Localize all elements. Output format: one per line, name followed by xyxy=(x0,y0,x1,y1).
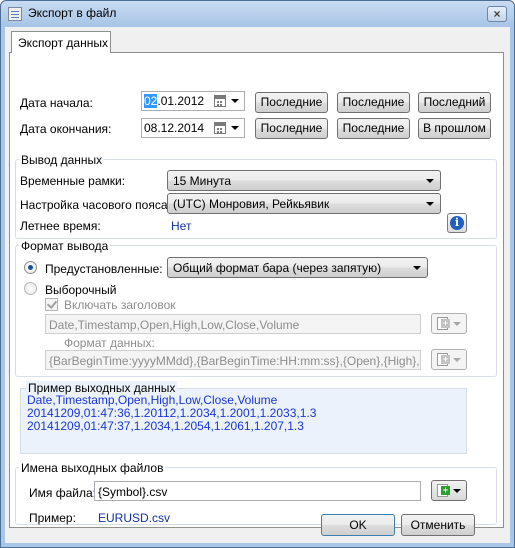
dialog-client: Экспорт данных Дата начала: 02.01.2012 П… xyxy=(5,27,510,543)
info-icon[interactable] xyxy=(447,213,467,233)
end-date-picker[interactable]: 08.12.2014 xyxy=(141,118,245,138)
close-icon: × xyxy=(493,7,501,21)
preset-format-select[interactable]: Общий формат бара (через запятую) xyxy=(167,257,428,278)
chevron-down-icon xyxy=(413,266,421,270)
end-last-button-2[interactable]: Последние xyxy=(337,118,410,139)
include-header-label: Включать заголовок xyxy=(64,298,176,312)
timeframe-value: 15 Минута xyxy=(173,174,232,188)
start-date-label: Дата начала: xyxy=(20,96,93,110)
chevron-down-icon xyxy=(453,489,461,493)
end-date-value: 08.12.2014 xyxy=(144,121,205,135)
dst-label: Летнее время: xyxy=(20,219,101,233)
calendar-icon[interactable] xyxy=(214,95,226,107)
cancel-button[interactable]: Отменить xyxy=(401,514,475,536)
data-format-insert-button[interactable] xyxy=(431,349,467,370)
start-last-button-1[interactable]: Последние xyxy=(255,92,328,113)
filenames-group-title: Имена выходных файлов xyxy=(19,461,166,475)
tab-export-data[interactable]: Экспорт данных xyxy=(11,31,111,53)
end-date-label: Дата окончания: xyxy=(20,122,112,136)
chevron-down-icon xyxy=(453,358,461,362)
sample-output-box: Date,Timestamp,Open,High,Low,Close,Volum… xyxy=(20,388,467,454)
calendar-icon[interactable] xyxy=(214,122,226,134)
start-last-button-3[interactable]: Последний xyxy=(418,92,491,113)
filename-label: Имя файла: xyxy=(29,486,96,500)
timezone-label: Настройка часового пояса: xyxy=(20,198,171,212)
end-last-button-1[interactable]: Последние xyxy=(255,118,328,139)
dst-value: Нет xyxy=(171,219,192,233)
ok-button[interactable]: OK xyxy=(321,514,395,536)
chevron-down-icon xyxy=(453,322,461,326)
chevron-down-icon xyxy=(426,179,434,183)
filename-field[interactable]: {Symbol}.csv xyxy=(94,481,421,501)
preset-label[interactable]: Предустановленные: xyxy=(45,262,163,276)
window-title: Экспорт в файл xyxy=(28,6,117,20)
timezone-select[interactable]: (UTC) Монровия, Рейкьявик xyxy=(167,193,441,214)
data-format-field[interactable]: {BarBeginTime:yyyyMMdd},{BarBeginTime:HH… xyxy=(45,350,421,370)
example-value: EURUSD.csv xyxy=(98,511,171,525)
insert-token-icon xyxy=(437,353,450,366)
filename-insert-button[interactable] xyxy=(431,480,467,501)
start-date-day: 02 xyxy=(144,94,158,108)
insert-token-icon xyxy=(437,317,450,330)
export-dialog: Экспорт в файл × Экспорт данных Дата нач… xyxy=(0,0,515,548)
end-past-button[interactable]: В прошлом xyxy=(418,118,491,139)
timezone-value: (UTC) Монровия, Рейкьявик xyxy=(173,197,330,211)
data-format-value: {BarBeginTime:yyyyMMdd},{BarBeginTime:HH… xyxy=(49,354,420,368)
insert-token-icon xyxy=(437,484,450,497)
header-field[interactable]: Date,Timestamp,Open,High,Low,Close,Volum… xyxy=(45,314,421,334)
custom-radio[interactable] xyxy=(24,282,37,295)
start-date-rest: .01.2012 xyxy=(157,94,205,108)
chevron-down-icon[interactable] xyxy=(231,99,239,103)
filename-value: {Symbol}.csv xyxy=(98,485,168,499)
app-icon xyxy=(8,7,22,21)
header-insert-button[interactable] xyxy=(431,313,467,334)
sample-group-title: Пример выходных данных xyxy=(26,381,178,395)
preset-radio[interactable] xyxy=(24,261,37,274)
example-label: Пример: xyxy=(29,511,76,525)
custom-label[interactable]: Выборочный xyxy=(45,283,116,297)
start-date-picker[interactable]: 02.01.2012 xyxy=(141,91,245,111)
header-field-value: Date,Timestamp,Open,High,Low,Close,Volum… xyxy=(49,318,300,332)
tab-panel: Дата начала: 02.01.2012 Последние Послед… xyxy=(9,52,504,528)
output-group-title: Вывод данных xyxy=(19,153,105,167)
start-date-value: 02.01.2012 xyxy=(144,94,204,108)
start-last-button-2[interactable]: Последние xyxy=(337,92,410,113)
preset-format-value: Общий формат бара (через запятую) xyxy=(173,261,382,275)
timeframe-select[interactable]: 15 Минута xyxy=(167,170,441,191)
data-format-label: Формат данных: xyxy=(64,336,155,350)
timeframe-label: Временные рамки: xyxy=(20,174,126,188)
close-button[interactable]: × xyxy=(487,6,507,22)
include-header-checkbox[interactable] xyxy=(45,298,58,311)
sample-line: 20141209,01:47:36,1.20112,1.2034,1.2001,… xyxy=(27,406,317,420)
chevron-down-icon xyxy=(426,202,434,206)
format-group-title: Формат вывода xyxy=(19,239,111,253)
chevron-down-icon[interactable] xyxy=(231,126,239,130)
sample-line: 20141209,01:47:37,1.2034,1.2054,1.2061,1… xyxy=(27,419,304,433)
sample-line: Date,Timestamp,Open,High,Low,Close,Volum… xyxy=(27,393,278,407)
title-bar: Экспорт в файл × xyxy=(1,1,514,27)
